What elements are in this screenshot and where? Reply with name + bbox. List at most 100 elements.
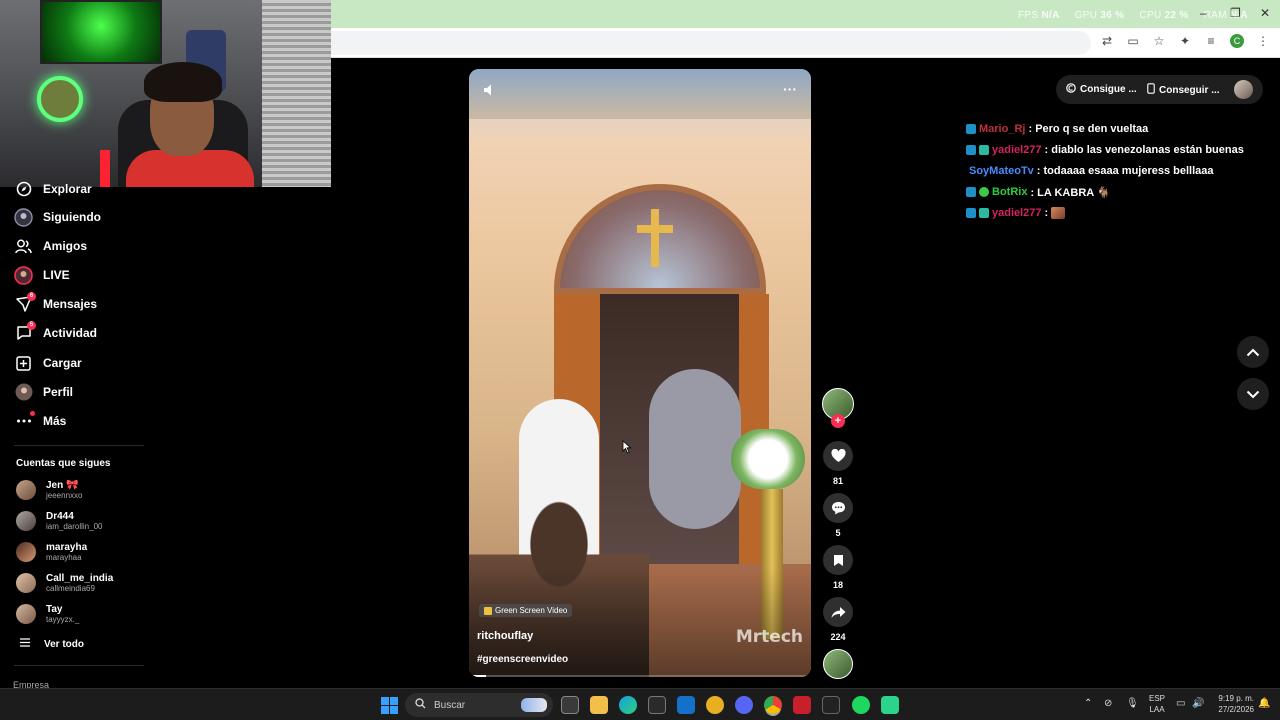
discord-icon[interactable] [735,696,753,714]
see-all-button[interactable]: Ver todo [20,638,84,650]
volume-tray-icon[interactable]: 🔊 [1192,698,1204,709]
system-clock[interactable]: 9:19 p. m. 27/2/2026 [1212,693,1254,715]
clock-time: 9:19 p. m. [1218,694,1254,703]
chat-username: BotRix [992,186,1028,198]
gpu-value: 36 % [1100,10,1125,21]
more-notification-dot [30,410,35,416]
followed-account[interactable]: Call_me_india callmeindia69 [16,570,113,596]
subscriber-badge-icon [979,208,989,218]
minimize-icon[interactable]: – [1200,6,1207,20]
save-button[interactable] [823,545,853,575]
twitch-badge-icon [966,187,976,197]
gpu-label: GPU [1074,10,1098,21]
video-scene-windows [469,69,811,119]
account-handle: marayhaa [46,553,82,562]
microphone-icon[interactable]: 🎙 [1126,698,1139,709]
sidebar-item-siguiendo[interactable]: Siguiendo [14,207,101,227]
sidebar-item-label: Mensajes [43,297,98,311]
sidebar-item-explorar[interactable]: Explorar [14,179,92,199]
task-view-icon[interactable] [561,696,579,714]
edge-icon[interactable] [619,696,637,714]
like-button[interactable] [823,441,853,471]
video-progress-bar[interactable] [469,675,811,677]
follow-plus-icon[interactable]: + [831,414,845,428]
sidebar-item-label: Cargar [43,356,82,370]
profile-avatar[interactable]: C [1230,34,1244,48]
top-actions-bar: Consigue ... Conseguir ... [1056,75,1263,104]
video-scene-cross-bar [637,225,673,233]
translate-icon[interactable]: ⇄ [1100,34,1114,48]
sidebar-item-mensajes[interactable]: 6 Mensajes [14,291,98,314]
video-watermark: Mrtech [735,627,803,647]
chat-username: yadiel277 [992,207,1042,219]
sidebar-item-amigos[interactable]: Amigos [14,236,87,256]
share-button[interactable] [823,597,853,627]
see-all-label: Ver todo [44,638,85,650]
followed-account[interactable]: marayha marayhaa [16,539,87,565]
epic-games-icon[interactable] [822,696,840,714]
webcam-light [100,150,110,187]
restore-icon[interactable]: ❐ [1230,6,1241,20]
network-off-icon[interactable]: ⊘ [1104,698,1112,709]
language-indicator[interactable]: ESP LAA [1149,693,1165,715]
windows-taskbar: Buscar ⌃ ⊘ 🎙 ESP LAA ▭ 🔊 9:19 p. m. 27/2… [0,688,1280,720]
tray-overflow-icon[interactable]: ⌃ [1084,698,1092,709]
account-handle: tayyyzx._ [46,615,80,624]
sound-avatar[interactable] [823,649,853,679]
next-video-button[interactable] [1237,378,1269,410]
sidebar-item-cargar[interactable]: Cargar [14,353,82,373]
browser-menu-icon[interactable]: ⋮ [1256,34,1270,48]
mail-icon[interactable] [677,696,695,714]
followed-account[interactable]: Jen 🎀 jeeennxxo [16,477,82,503]
streaming-app-icon[interactable] [881,696,899,714]
cast-icon[interactable]: ▭ [1126,34,1140,48]
green-screen-tag[interactable]: Green Screen Video [479,604,573,617]
sidebar-item-live[interactable]: LIVE [14,265,70,285]
spotify-icon[interactable] [852,696,870,714]
video-progress-fill [469,675,487,677]
address-bar[interactable] [331,31,1091,55]
video-player[interactable]: ··· Green Screen Video ritchouflay #gree… [469,69,811,677]
file-explorer-icon[interactable] [590,696,608,714]
previous-video-button[interactable] [1237,336,1269,368]
chat-message: Mario_Rj : Pero q se den vueltaa [966,121,1148,137]
video-scene-arch [554,184,766,294]
coin-app-icon[interactable] [706,696,724,714]
store-icon[interactable] [648,696,666,714]
extensions-icon[interactable]: ✦ [1178,34,1192,48]
close-icon[interactable]: ✕ [1260,6,1270,20]
webcam-green-panel [40,0,162,64]
get-app-button[interactable]: Conseguir ... [1147,83,1220,97]
fps-value: N/A [1041,10,1060,21]
video-scene-cross [651,209,659,267]
monitor-icon[interactable]: ▭ [1176,698,1185,709]
avatar [16,480,36,500]
followed-account[interactable]: Dr444 iam_darollin_00 [16,508,102,534]
search-highlight-icon [521,698,547,712]
account-name: Call_me_india [46,573,114,584]
start-button[interactable] [381,697,398,714]
search-placeholder: Buscar [434,699,466,711]
get-coins-button[interactable]: Consigue ... [1066,83,1137,96]
bookmark-star-icon[interactable]: ☆ [1152,34,1166,48]
sidebar-item-actividad[interactable]: 5 Actividad [14,320,97,343]
notification-icon[interactable]: 🔔 [1258,698,1270,709]
user-avatar[interactable] [1234,80,1253,99]
sidebar-item-label: Siguiendo [43,210,101,224]
followed-account[interactable]: Tay tayyyzx._ [16,601,79,627]
media-control-icon[interactable]: ≡ [1204,34,1218,48]
video-hashtag[interactable]: #greenscreenvideo [477,654,568,665]
video-author[interactable]: ritchouflay [477,630,533,642]
volume-icon[interactable] [483,83,497,97]
chrome-icon[interactable] [764,696,782,714]
taskbar-search[interactable]: Buscar [405,693,553,717]
sidebar-item-mas[interactable]: Más [14,410,67,431]
sidebar: Explorar Siguiendo Amigos LIVE 6 Mensaje… [0,181,160,690]
comment-button[interactable] [823,493,853,523]
sidebar-item-perfil[interactable]: Perfil [14,382,73,402]
media-app-icon[interactable] [793,696,811,714]
video-scene-flowers [731,429,805,489]
get-app-label: Conseguir ... [1159,84,1220,96]
video-more-menu[interactable]: ··· [783,81,797,97]
sidebar-item-label: Más [43,414,67,428]
